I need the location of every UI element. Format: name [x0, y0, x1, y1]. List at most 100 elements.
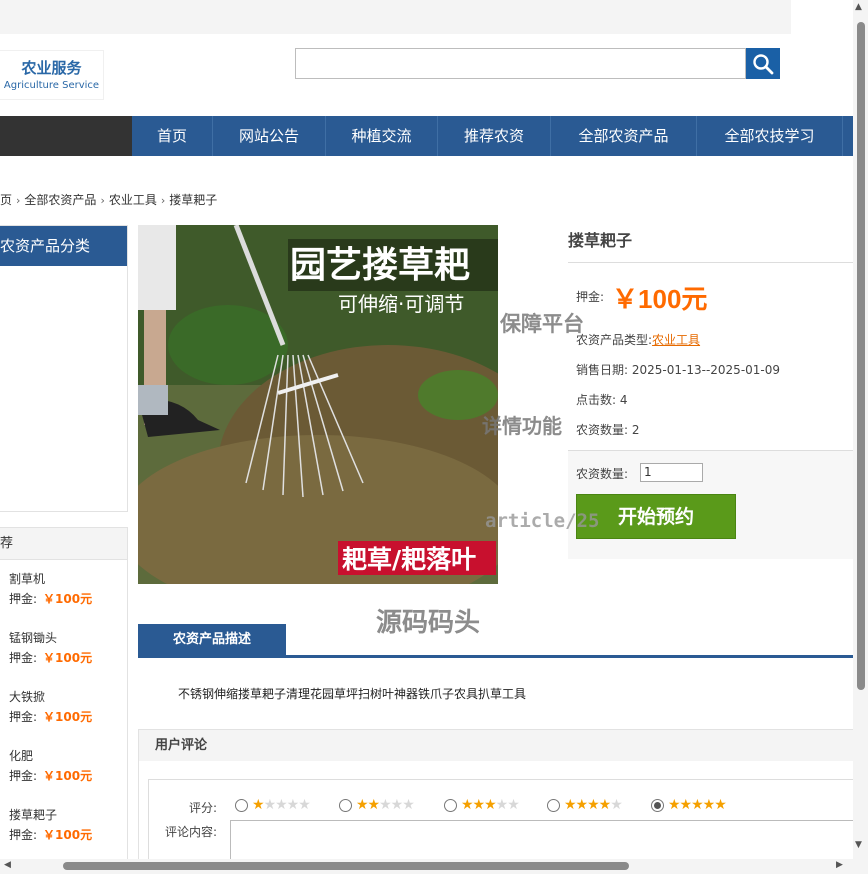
list-item[interactable]: 化肥 押金: ￥100元 — [9, 747, 92, 787]
recommend-item-price: ￥100元 — [43, 592, 92, 606]
product-description: 不锈钢伸缩搂草耙子清理花园草坪扫树叶神器铁爪子农具扒草工具 — [178, 685, 526, 702]
logo-en-text: Agriculture Service — [0, 80, 103, 91]
tab-description[interactable]: 农资产品描述 — [138, 624, 286, 658]
recommend-item-price: ￥100元 — [43, 710, 92, 724]
qty-label: 农资数量: — [576, 465, 628, 482]
nav-item-all-products[interactable]: 全部农资产品 — [551, 116, 697, 156]
scroll-down-icon[interactable]: ▼ — [855, 840, 862, 850]
list-item[interactable]: 锰钢锄头 押金: ￥100元 — [9, 629, 92, 669]
breadcrumb-all-products[interactable]: 全部农资产品 — [24, 193, 96, 207]
sale-date-label: 销售日期: — [576, 363, 628, 377]
price-label: 押金: — [9, 592, 37, 606]
nav-item-home[interactable]: 首页 — [132, 116, 213, 156]
search-input[interactable] — [295, 48, 746, 79]
radio-button[interactable] — [235, 799, 248, 812]
review-title: 用户评论 — [139, 730, 853, 761]
rating-option-1[interactable]: ★★★★★ — [235, 798, 310, 812]
nav-item-recommend[interactable]: 推荐农资 — [438, 116, 551, 156]
price-label: 押金: — [9, 769, 37, 783]
logo-cn-text: 农业服务 — [0, 57, 103, 78]
product-title: 搂草耙子 — [568, 227, 632, 251]
breadcrumb: 首页 › 全部农资产品 › 农业工具 › 搂草耙子 — [0, 191, 217, 208]
product-image: 园艺搂草耙 可伸缩·可调节 耙草/耙落叶 — [138, 225, 498, 584]
clicks-label: 点击数: — [576, 393, 616, 407]
clicks-row: 点击数: 4 — [576, 391, 628, 408]
stars-icon: ★★★★★ — [668, 798, 726, 812]
breadcrumb-chevron-icon: › — [16, 194, 20, 207]
recommend-item-price: ￥100元 — [43, 651, 92, 665]
recommend-title: 荐 — [0, 528, 127, 560]
search-button[interactable] — [746, 48, 780, 79]
vertical-scroll-thumb[interactable] — [857, 22, 865, 690]
watermark-text: 详情功能 — [482, 410, 562, 439]
quantity-input[interactable]: 1 — [640, 463, 703, 482]
deposit-label: 押金: — [576, 290, 604, 304]
product-price: ￥100元 — [612, 284, 707, 314]
breadcrumb-category[interactable]: 农业工具 — [109, 193, 157, 207]
buy-box: 农资数量: 1 开始预约 — [568, 450, 853, 559]
radio-button[interactable] — [339, 799, 352, 812]
recommend-item-name[interactable]: 锰钢锄头 — [9, 629, 92, 647]
radio-button[interactable] — [547, 799, 560, 812]
nav-item-all-learning[interactable]: 全部农技学习 — [697, 116, 843, 156]
image-headline: 园艺搂草耙 — [290, 245, 470, 286]
list-item[interactable]: 大铁掀 押金: ￥100元 — [9, 688, 92, 728]
nav-item-planting[interactable]: 种植交流 — [326, 116, 438, 156]
site-logo[interactable]: 农业服务 Agriculture Service — [0, 50, 104, 100]
nav-left-block — [0, 116, 132, 156]
breadcrumb-current: 搂草耙子 — [169, 193, 217, 207]
price-label: 押金: — [9, 710, 37, 724]
search-icon — [752, 53, 774, 75]
breadcrumb-home[interactable]: 首页 — [0, 193, 12, 207]
sale-date-value: 2025-01-13--2025-01-09 — [632, 363, 780, 377]
tab-bar: 农资产品描述 — [138, 624, 853, 658]
breadcrumb-chevron-icon: › — [161, 194, 165, 207]
rating-option-4[interactable]: ★★★★★ — [547, 798, 622, 812]
content-label: 评论内容: — [165, 823, 217, 840]
stars-icon: ★★★★★ — [461, 798, 519, 812]
watermark-text: article/25 — [485, 510, 599, 532]
image-subtitle: 可伸缩·可调节 — [338, 292, 464, 316]
recommend-item-name[interactable]: 大铁掀 — [9, 688, 92, 706]
order-button[interactable]: 开始预约 — [576, 494, 736, 539]
rating-option-3[interactable]: ★★★★★ — [444, 798, 519, 812]
image-banner: 耙草/耙落叶 — [342, 545, 476, 574]
deposit-row: 押金: ￥100元 — [576, 279, 707, 316]
recommend-item-name[interactable]: 割草机 — [9, 570, 92, 588]
radio-button[interactable] — [444, 799, 457, 812]
type-link[interactable]: 农业工具 — [652, 333, 700, 347]
top-bar — [0, 0, 791, 34]
category-panel: 农资产品分类 — [0, 225, 128, 512]
recommend-item-name[interactable]: 化肥 — [9, 747, 92, 765]
type-label: 农资产品类型: — [576, 333, 652, 347]
scroll-right-icon[interactable]: ▶ — [836, 860, 843, 870]
list-item[interactable]: 搂草耙子 押金: ￥100元 — [9, 806, 92, 846]
divider — [568, 262, 853, 263]
stars-icon: ★★★★★ — [356, 798, 414, 812]
horizontal-scroll-thumb[interactable] — [63, 862, 629, 870]
product-photo: 园艺搂草耙 可伸缩·可调节 耙草/耙落叶 — [138, 225, 498, 584]
type-row: 农资产品类型:农业工具 — [576, 331, 700, 348]
main-nav: 首页 网站公告 种植交流 推荐农资 全部农资产品 全部农技学习 — [132, 116, 853, 156]
stock-row: 农资数量: 2 — [576, 421, 640, 438]
scroll-left-icon[interactable]: ◀ — [4, 860, 11, 870]
clicks-value: 4 — [620, 393, 628, 407]
price-label: 押金: — [9, 828, 37, 842]
recommend-item-price: ￥100元 — [43, 769, 92, 783]
recommend-item-price: ￥100元 — [43, 828, 92, 842]
scroll-up-icon[interactable]: ▲ — [855, 2, 862, 12]
list-item[interactable]: 割草机 押金: ￥100元 — [9, 570, 92, 610]
watermark-text: 保障平台 — [500, 308, 584, 338]
rating-option-5[interactable]: ★★★★★ — [651, 798, 726, 812]
category-title: 农资产品分类 — [0, 226, 127, 266]
recommend-item-name[interactable]: 搂草耙子 — [9, 806, 92, 824]
stock-value: 2 — [632, 423, 640, 437]
rating-label: 评分: — [189, 799, 217, 816]
breadcrumb-chevron-icon: › — [100, 194, 104, 207]
stars-icon: ★★★★★ — [564, 798, 622, 812]
nav-item-notice[interactable]: 网站公告 — [213, 116, 326, 156]
stars-icon: ★★★★★ — [252, 798, 310, 812]
price-label: 押金: — [9, 651, 37, 665]
radio-button-selected[interactable] — [651, 799, 664, 812]
rating-option-2[interactable]: ★★★★★ — [339, 798, 414, 812]
